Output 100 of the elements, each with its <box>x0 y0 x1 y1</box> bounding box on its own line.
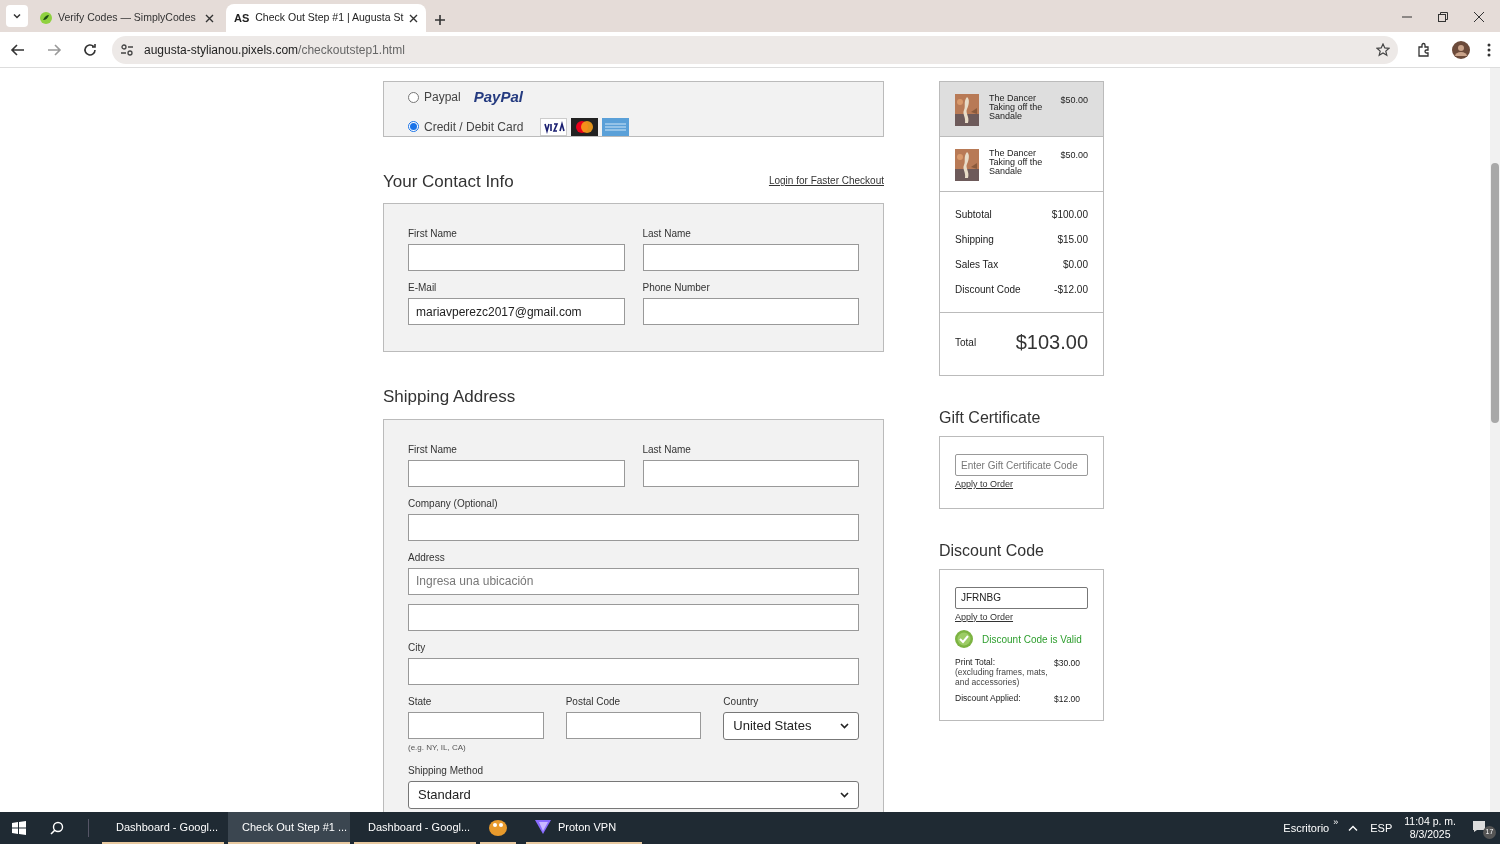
field-label: Last Name <box>642 227 692 241</box>
summary-value: $30.00 <box>1054 657 1080 670</box>
taskbar-button[interactable]: Check Out Step #1 ... <box>228 812 350 844</box>
close-icon[interactable] <box>1474 12 1484 22</box>
browser-tab[interactable]: AS Check Out Step #1 | Augusta St <box>226 4 426 32</box>
field-hint: (e.g. NY, IL, CA) <box>408 741 467 754</box>
caret-icon <box>840 791 849 798</box>
summary-value: $12.00 <box>1054 693 1080 706</box>
menu-icon[interactable] <box>1486 41 1492 58</box>
section-heading: Your Contact Info <box>383 170 514 193</box>
summary-value: $15.00 <box>1057 233 1088 247</box>
profile-avatar-icon[interactable] <box>1452 40 1470 59</box>
field-label: Shipping Method <box>408 763 485 778</box>
site-logo: AS <box>234 10 250 26</box>
taskbar-button[interactable]: Dashboard - Googl... <box>354 812 476 844</box>
leaf-icon <box>40 12 52 24</box>
section-heading: Discount Code <box>939 540 1045 561</box>
field-label: Company (Optional) <box>408 496 499 511</box>
summary-note: (excluding frames, mats, and accessories) <box>955 667 1049 687</box>
summary-label: Discount Code <box>955 283 1021 297</box>
radio-button[interactable] <box>408 91 419 103</box>
field-label: Postal Code <box>565 694 622 709</box>
language-indicator[interactable]: ESP <box>1370 819 1393 837</box>
field-label: State <box>408 694 433 709</box>
total-label: Total <box>955 335 977 350</box>
section-heading: Shipping Address <box>383 386 516 408</box>
extensions-icon[interactable] <box>1416 41 1432 58</box>
input-field[interactable] <box>642 298 859 325</box>
check-icon <box>955 630 973 648</box>
summary-label: Subtotal <box>955 208 992 222</box>
taskbar-button[interactable]: Dashboard - Googl... <box>102 812 224 844</box>
site-settings-icon[interactable] <box>120 42 134 57</box>
item-title[interactable]: The Dancer Taking off the Sandale <box>989 94 1047 126</box>
close-icon[interactable] <box>205 13 214 23</box>
field-label: Country <box>723 694 760 709</box>
summary-label: Sales Tax <box>955 258 999 272</box>
url-text: augusta-stylianou.pixels.com/checkoutstep1.html <box>144 41 405 59</box>
close-icon[interactable] <box>409 13 419 23</box>
input-field[interactable] <box>408 711 544 739</box>
new-tab-icon[interactable] <box>434 14 446 26</box>
summary-value: $100.00 <box>1051 208 1088 222</box>
dropdown[interactable]: Standard <box>408 780 859 809</box>
field-label: E-Mail <box>408 281 438 295</box>
overflow-chevron[interactable]: » <box>1333 816 1339 830</box>
input-field[interactable] <box>408 459 625 487</box>
mastercard-card-icon <box>571 117 599 136</box>
radio-label[interactable]: Credit / Debit Card <box>424 117 524 136</box>
reload-icon[interactable] <box>82 41 98 58</box>
apply-link[interactable]: Apply to Order <box>955 478 1088 492</box>
forward-icon[interactable] <box>46 41 62 58</box>
valid-message: Discount Code is Valid <box>982 632 1082 647</box>
apply-link[interactable]: Apply to Order <box>955 610 1088 624</box>
radio-button[interactable] <box>408 121 419 132</box>
input-field[interactable]: mariavperezc2017@gmail.com <box>408 298 625 325</box>
dropdown[interactable]: United States <box>723 711 859 740</box>
tab-search-button[interactable] <box>6 5 28 27</box>
summary-label: Shipping <box>955 233 994 247</box>
desktop-label[interactable]: Escritorio <box>1283 819 1330 837</box>
input-field[interactable] <box>408 513 859 541</box>
taskbar-button[interactable]: Proton VPN <box>526 812 642 844</box>
paypal-logo: PayPal <box>473 87 523 107</box>
input-field[interactable] <box>642 244 859 271</box>
item-title[interactable]: The Dancer Taking off the Sandale <box>989 149 1047 181</box>
field-label: City <box>408 640 427 655</box>
address-bar[interactable]: augusta-stylianou.pixels.com/checkoutstep1.html <box>112 35 1398 64</box>
scrollbar-thumb[interactable] <box>1491 163 1499 423</box>
section-heading: Gift Certificate <box>939 408 1042 428</box>
search-icon[interactable] <box>50 821 64 835</box>
summary-label: Print Total: <box>955 657 996 667</box>
field-label: Address <box>408 550 446 565</box>
input-field[interactable] <box>408 603 859 631</box>
windows-start-icon[interactable] <box>12 821 26 835</box>
summary-value: -$12.00 <box>1054 283 1088 297</box>
order-item[interactable]: The Dancer Taking off the Sandale $50.00 <box>940 82 1103 137</box>
clock[interactable]: 11:04 p. m. 8/3/2025 <box>1404 815 1456 841</box>
bookmark-star-icon[interactable] <box>1376 42 1390 57</box>
restore-icon[interactable] <box>1438 12 1448 22</box>
browser-tab[interactable]: Verify Codes — SimplyCodes <box>32 4 222 32</box>
input-field[interactable] <box>642 459 859 487</box>
field-label: First Name <box>408 227 458 241</box>
vpn-icon <box>534 819 552 835</box>
input-field[interactable] <box>408 657 859 685</box>
visa-card-icon <box>540 117 568 136</box>
summary-value: $0.00 <box>1062 258 1088 272</box>
notification-icon[interactable] <box>1472 820 1486 833</box>
item-price: $50.00 <box>1060 149 1088 162</box>
radio-label[interactable]: Paypal <box>424 88 461 107</box>
input-field[interactable]: Ingresa una ubicación <box>408 567 859 595</box>
back-icon[interactable] <box>10 41 26 58</box>
input-field[interactable] <box>408 244 625 271</box>
input-field[interactable]: JFRNBG <box>955 586 1088 609</box>
input-field[interactable] <box>565 711 702 739</box>
summary-label: Discount Applied: <box>955 693 1022 703</box>
item-price: $50.00 <box>1060 94 1088 107</box>
login-link[interactable]: Login for Faster Checkout <box>768 173 884 188</box>
input-field[interactable]: Enter Gift Certificate Code <box>955 454 1088 476</box>
amex-card-icon <box>602 117 630 136</box>
field-label: Last Name <box>642 442 692 457</box>
caret-up-icon[interactable] <box>1348 825 1359 831</box>
caret-icon <box>12 11 22 21</box>
